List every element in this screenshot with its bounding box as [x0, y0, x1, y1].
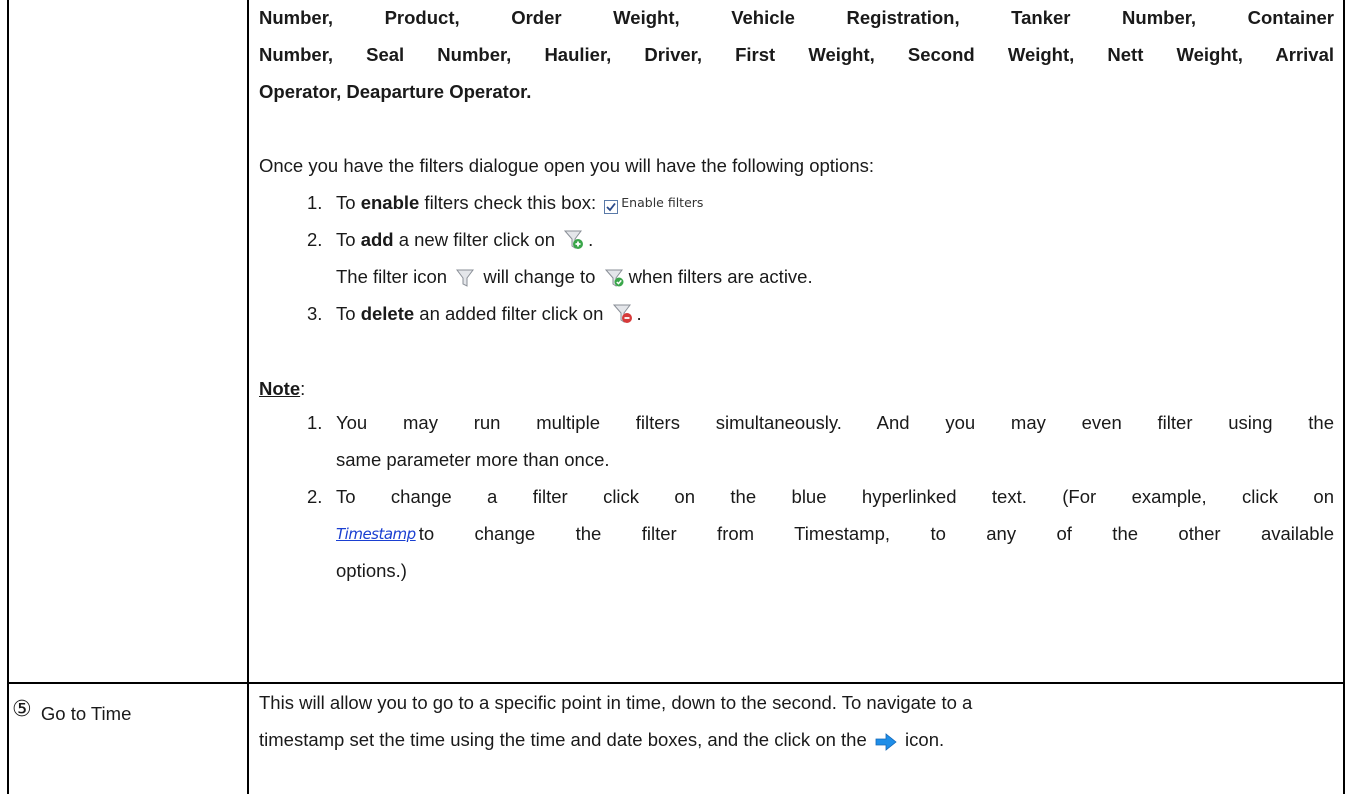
option-3-post: an added filter click on: [414, 303, 604, 324]
goto-line-2-pre: timestamp set the time using the time an…: [259, 729, 867, 750]
option-1-number: 1.: [307, 192, 323, 213]
circled-number-five: ⑤: [12, 696, 32, 721]
checkbox-checked-icon: [604, 195, 619, 221]
option-2-end: .: [588, 229, 594, 250]
option-1-pre: To: [336, 192, 361, 213]
option-1-text: To enable filters check this box: Enable…: [336, 190, 703, 221]
note-colon: :: [300, 378, 306, 399]
delete-filter-icon: [612, 303, 634, 332]
table-border-right: [1343, 0, 1345, 794]
note-1-number: 1.: [307, 412, 323, 433]
note-1-line-2: same parameter more than once.: [336, 449, 610, 470]
note-1-line-1: You may run multiple filters simultaneou…: [336, 412, 1334, 433]
option-2b-mid: will change to: [483, 266, 596, 287]
table-border-left: [7, 0, 9, 794]
note-2-number: 2.: [307, 486, 323, 507]
note-2-line-1: To change a filter click on the blue hyp…: [336, 486, 1334, 507]
filter-fields-line-1: Number, Product, Order Weight, Vehicle R…: [259, 7, 1334, 28]
manual-table: Number, Product, Order Weight, Vehicle R…: [0, 0, 1345, 794]
option-2-subtext: The filter icon will change to when filt…: [336, 264, 813, 295]
arrow-right-icon: [875, 732, 897, 758]
option-2-post: a new filter click on: [393, 229, 556, 250]
option-1-bold: enable: [360, 192, 420, 213]
enable-filters-label: Enable filters: [621, 195, 704, 210]
option-3-bold: delete: [360, 303, 415, 324]
add-filter-icon: [563, 229, 585, 258]
option-3-end: .: [636, 303, 642, 324]
goto-line-1: This will allow you to go to a specific …: [259, 692, 973, 713]
option-2b-pre: The filter icon: [336, 266, 448, 287]
option-2b-post: when filters are active.: [628, 266, 813, 287]
option-1-post: filters check this box:: [419, 192, 597, 213]
option-3-text: To delete an added filter click on .: [336, 301, 642, 332]
goto-label-cell: ⑤ Go to Time: [12, 696, 131, 727]
table-column-divider: [247, 0, 249, 794]
filter-active-icon: [604, 268, 626, 295]
option-2-text: To add a new filter click on .: [336, 227, 593, 258]
goto-label: Go to Time: [40, 703, 132, 724]
option-3-number: 3.: [307, 303, 323, 324]
goto-line-2: timestamp set the time using the time an…: [259, 727, 944, 758]
option-3-pre: To: [336, 303, 361, 324]
filter-fields-line-2: Number, Seal Number, Haulier, Driver, Fi…: [259, 44, 1334, 65]
option-2-bold: add: [360, 229, 394, 250]
filters-intro: Once you have the filters dialogue open …: [259, 155, 874, 176]
goto-line-2-post: icon.: [905, 729, 945, 750]
note-2-line-2-text: to change the filter from Timestamp, to …: [418, 523, 1334, 544]
option-2-number: 2.: [307, 229, 323, 250]
filter-icon: [455, 268, 475, 295]
table-row-divider: [7, 682, 1345, 684]
timestamp-link: Timestamp: [336, 525, 416, 543]
note-heading: Note:: [259, 376, 305, 402]
note-2-line-2: Timestamp to change the filter from Time…: [336, 521, 1334, 547]
option-2-pre: To: [336, 229, 361, 250]
note-label: Note: [259, 378, 301, 399]
note-2-line-3: options.): [336, 560, 407, 581]
filter-fields-line-3: Operator, Deaparture Operator.: [259, 81, 532, 102]
